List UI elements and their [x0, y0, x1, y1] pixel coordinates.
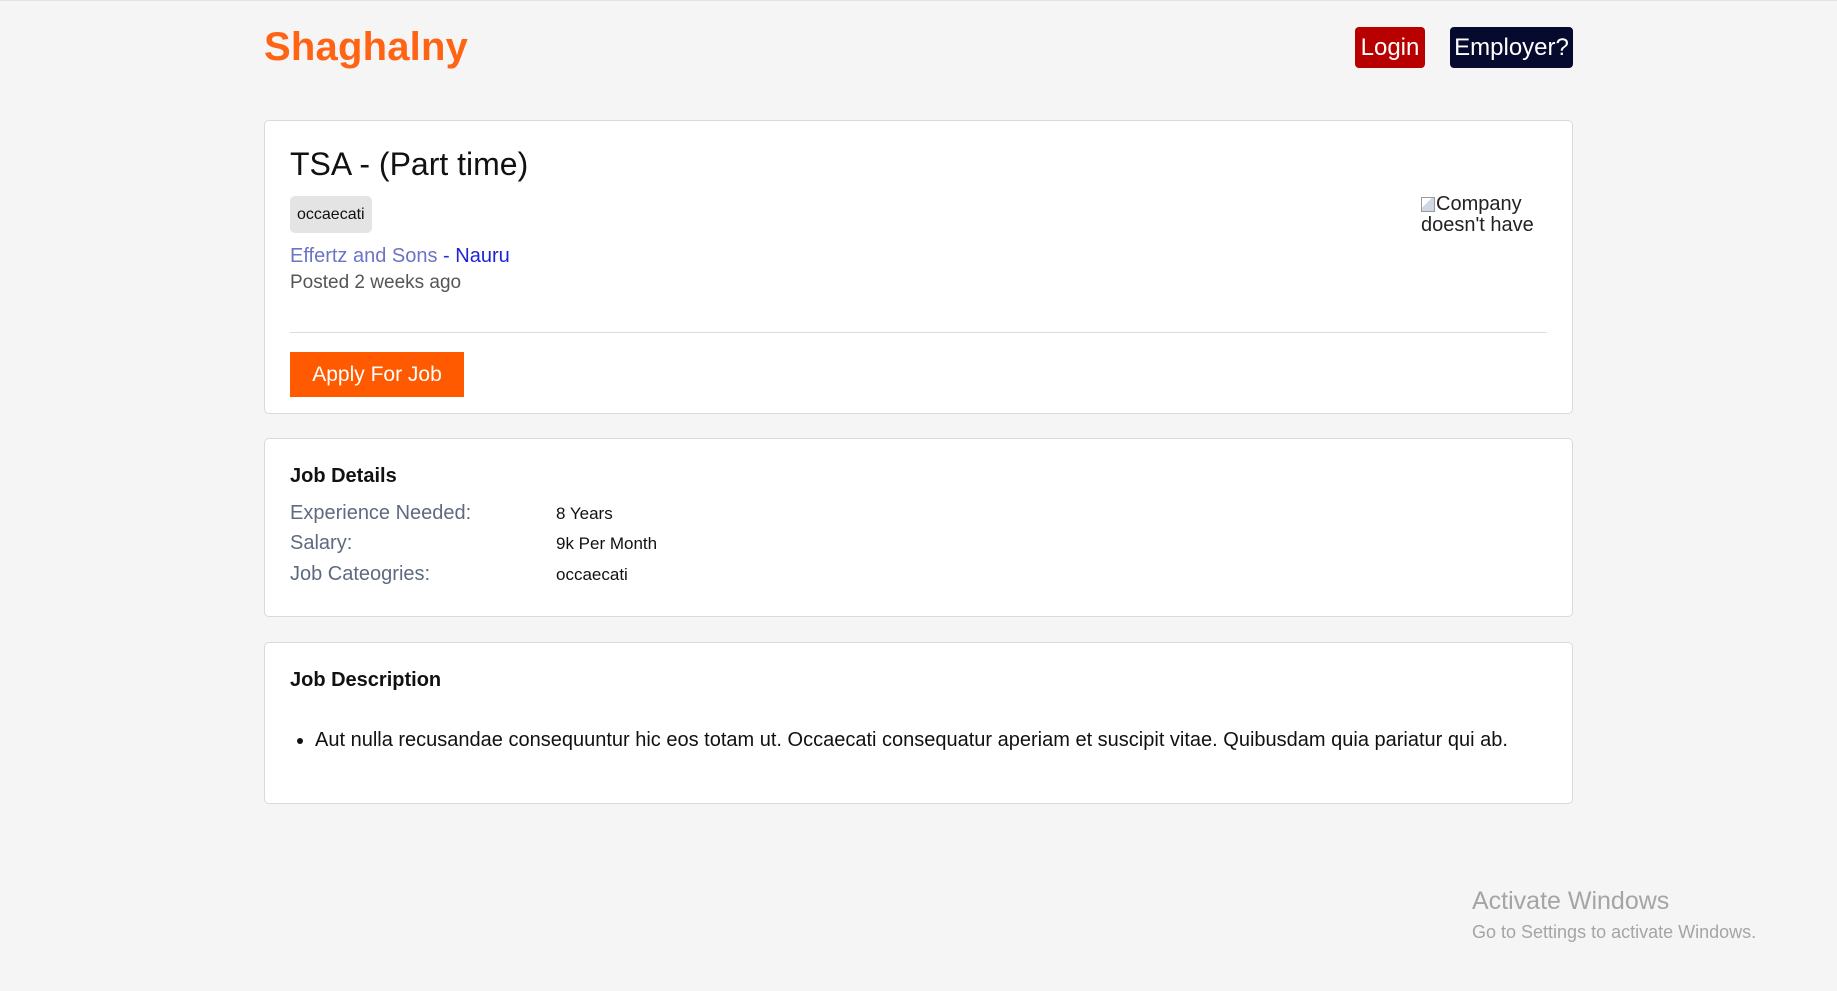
detail-value: occaecati — [556, 565, 628, 584]
job-category-tag: occaecati — [290, 196, 372, 233]
job-details-card: Job Details Experience Needed: 8 Years S… — [264, 438, 1573, 617]
detail-label: Experience Needed: — [290, 502, 472, 524]
apply-button[interactable]: Apply For Job — [290, 352, 464, 397]
employer-button[interactable]: Employer? — [1450, 27, 1573, 68]
detail-row-salary: Salary: 9k Per Month — [290, 532, 890, 558]
detail-label: Salary: — [290, 532, 353, 554]
description-list: Aut nulla recusandae consequuntur hic eo… — [290, 729, 1508, 752]
company-link[interactable]: Effertz and Sons — [290, 245, 438, 267]
detail-value: 9k Per Month — [556, 534, 658, 553]
page-container: Shaghalny Login Employer? TSA - (Part ti… — [264, 1, 1573, 804]
watermark-title: Activate Windows — [1472, 887, 1670, 915]
company-logo-image: Company doesn't have — [1421, 194, 1539, 231]
job-title: TSA - (Part time) — [290, 146, 529, 182]
job-summary-card: TSA - (Part time) occaecati Effertz and … — [264, 120, 1573, 414]
company-separator: - — [437, 245, 456, 267]
site-header: Shaghalny Login Employer? — [264, 1, 1573, 97]
company-line: Effertz and Sons - Nauru — [290, 245, 510, 268]
posted-date: Posted 2 weeks ago — [290, 272, 462, 293]
job-description-heading: Job Description — [290, 669, 442, 691]
location-link[interactable]: Nauru — [455, 245, 509, 267]
detail-label: Job Cateogries: — [290, 563, 431, 585]
brand-logo[interactable]: Shaghalny — [264, 25, 468, 70]
detail-value: 8 Years — [556, 504, 613, 523]
activate-windows-watermark: Activate Windows Go to Settings to activ… — [1472, 887, 1756, 943]
list-item: Aut nulla recusandae consequuntur hic eo… — [315, 729, 1508, 752]
detail-row-categories: Job Cateogries: occaecati — [290, 563, 890, 589]
company-logo-alt-text: Company doesn't have — [1421, 194, 1534, 231]
job-details-heading: Job Details — [290, 465, 397, 487]
login-button[interactable]: Login — [1355, 27, 1425, 68]
divider — [290, 332, 1547, 333]
job-description-card: Job Description Aut nulla recusandae con… — [264, 642, 1573, 804]
watermark-subtitle: Go to Settings to activate Windows. — [1472, 922, 1757, 942]
detail-row-experience: Experience Needed: 8 Years — [290, 502, 890, 528]
broken-image-icon — [1421, 197, 1435, 212]
